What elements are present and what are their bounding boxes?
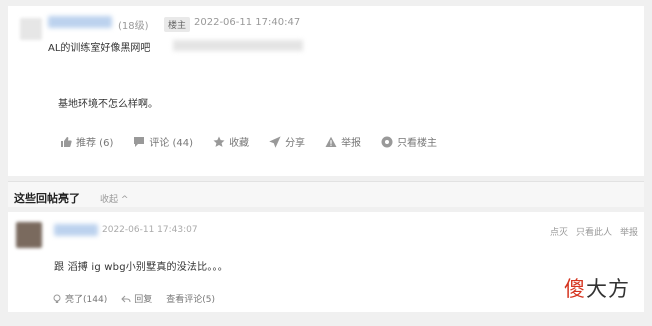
main-post: (18级) 楼主 2022-06-11 17:40:47 AL的训练室好像黑网吧… [8, 6, 644, 176]
only-this-user-link[interactable]: 只看此人 [576, 225, 612, 238]
light-bulb-icon [53, 294, 61, 303]
comment-icon [134, 136, 145, 147]
comment-label: 评论 (44) [149, 138, 194, 149]
avatar[interactable] [20, 18, 42, 40]
hot-replies-title: 这些回帖亮了 [14, 192, 80, 205]
post-actions: 推荐 (6) 评论 (44) 收藏 分享 举报 只看楼主 [60, 134, 457, 149]
hot-replies-header: 这些回帖亮了 收起 ^ [8, 181, 644, 207]
reply-icon [121, 295, 131, 302]
eye-icon [381, 136, 393, 147]
post-content: 基地环境不怎么样啊。 [58, 99, 158, 110]
author-name-blurred[interactable] [48, 16, 112, 28]
share-icon [269, 135, 281, 148]
title-blurred [173, 40, 303, 51]
light-button[interactable]: 亮了(144) [52, 292, 107, 305]
author-level: (18级) [118, 21, 149, 32]
reply-author-blurred[interactable] [54, 224, 98, 236]
share-label: 分享 [285, 138, 306, 149]
light-label: 亮了(144) [65, 295, 108, 305]
watermark-first-char: 傻 [564, 277, 586, 301]
watermark-rest: 大方 [586, 277, 630, 301]
only-op-label: 只看楼主 [397, 138, 438, 149]
star-icon [213, 136, 225, 147]
reply-report-link[interactable]: 举报 [620, 225, 638, 238]
warning-icon [325, 136, 337, 147]
recommend-label: 推荐 (6) [76, 138, 114, 149]
report-label: 举报 [341, 138, 362, 149]
collapse-button[interactable]: 收起 ^ [100, 192, 128, 205]
recommend-button[interactable]: 推荐 (6) [60, 134, 113, 149]
favorite-button[interactable]: 收藏 [213, 134, 249, 149]
post-time: 2022-06-11 17:40:47 [194, 17, 301, 28]
reply-content: 跟 滔搏 ig wbg小别墅真的没法比。。。 [54, 262, 228, 273]
comment-button[interactable]: 评论 (44) [133, 134, 193, 149]
share-button[interactable]: 分享 [269, 134, 305, 149]
op-badge: 楼主 [164, 17, 191, 32]
view-comments-label: 查看评论(5) [166, 295, 215, 305]
reply-actions: 亮了(144) 回复 查看评论(5) [52, 292, 229, 305]
dislike-link[interactable]: 点灭 [550, 225, 568, 238]
reply-item: 2022-06-11 17:43:07 点灭 只看此人 举报 跟 滔搏 ig w… [8, 212, 644, 312]
thumbs-up-icon [61, 136, 72, 147]
reply-label: 回复 [134, 295, 153, 305]
reply-button[interactable]: 回复 [121, 292, 152, 305]
report-button[interactable]: 举报 [325, 134, 361, 149]
favorite-label: 收藏 [229, 138, 250, 149]
view-comments-button[interactable]: 查看评论(5) [166, 292, 215, 305]
reply-right-links: 点灭 只看此人 举报 [550, 225, 638, 238]
watermark-logo: 傻大方 [564, 273, 630, 303]
reply-time: 2022-06-11 17:43:07 [102, 225, 198, 235]
post-title: AL的训练室好像黑网吧 [48, 43, 151, 54]
only-op-button[interactable]: 只看楼主 [381, 134, 437, 149]
reply-avatar[interactable] [16, 222, 42, 248]
